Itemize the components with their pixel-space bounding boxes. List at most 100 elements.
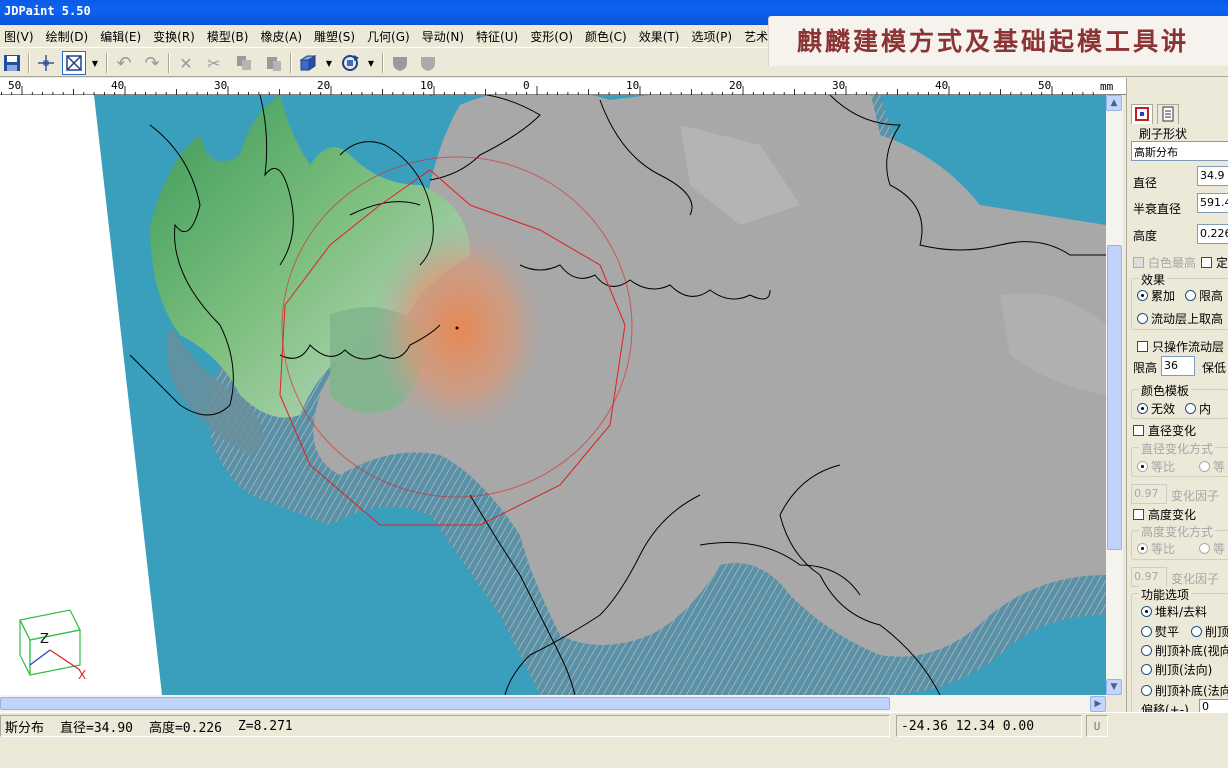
status-u-button[interactable]: U [1086, 715, 1108, 737]
function-options-title: 功能选项 [1139, 586, 1192, 603]
limit-height-input[interactable]: 36 [1161, 356, 1195, 376]
menu-item[interactable]: 编辑(E) [100, 28, 141, 45]
diameter-change-checkbox[interactable]: 直径变化 [1133, 422, 1196, 439]
pile-radio[interactable]: 堆料/去料 [1141, 603, 1207, 620]
toolbar-separator [106, 53, 108, 73]
height-factor-input[interactable]: 0.97 [1131, 567, 1167, 587]
brush-footprint [370, 220, 550, 440]
cut-normal-radio[interactable]: 削顶(法向) [1141, 661, 1212, 678]
menu-item[interactable]: 图(V) [4, 28, 34, 45]
fixed-checkbox[interactable]: 定 [1201, 254, 1228, 271]
white-highest-label: 白色最高 [1148, 256, 1197, 270]
select-box-icon[interactable] [62, 51, 86, 75]
app-title: JDPaint 5.50 [4, 4, 91, 18]
color-template-title: 颜色模板 [1139, 382, 1192, 399]
color-in-radio[interactable]: 内 [1185, 400, 1211, 417]
color-none-label: 无效 [1151, 402, 1176, 416]
ruler-ticks: 50 40 30 20 10 0 10 20 30 40 50 mm [0, 79, 1114, 95]
fixed-label: 定 [1216, 256, 1228, 270]
cut-icon[interactable]: ✂ [202, 51, 226, 75]
box-3d-icon[interactable] [296, 51, 320, 75]
h-equal-diff-radio[interactable]: 等 [1199, 540, 1225, 557]
effect-add-radio[interactable]: 累加 [1137, 287, 1175, 304]
undo-icon[interactable]: ↶ [112, 51, 136, 75]
height-change-checkbox[interactable]: 高度变化 [1133, 506, 1196, 523]
status-z: Z=8.271 [237, 718, 293, 734]
toolbar-separator [290, 53, 292, 73]
ruler-label: 10 [420, 79, 433, 92]
tab-document-icon[interactable] [1157, 104, 1179, 124]
toolbar-separator [28, 53, 30, 73]
vertical-scroll-thumb[interactable] [1107, 245, 1122, 550]
effect-flow-radio[interactable]: 流动层上取高 [1137, 310, 1223, 327]
relief-view[interactable]: Z X [0, 95, 1106, 695]
menu-item[interactable]: 效果(T) [639, 28, 680, 45]
h-equal-ratio-radio[interactable]: 等比 [1137, 540, 1175, 557]
h-equal-ratio-label: 等比 [1151, 542, 1176, 556]
model-canvas[interactable]: Z X [0, 95, 1106, 695]
scroll-up-icon[interactable]: ▲ [1106, 95, 1122, 111]
height-label: 高度 [1133, 229, 1158, 243]
copy-icon[interactable] [232, 51, 256, 75]
cut-top-radio[interactable]: 削顶 [1191, 623, 1228, 640]
chevron-down-icon[interactable]: ▼ [322, 51, 336, 75]
menu-bar: 图(V) 绘制(D) 编辑(E) 变换(R) 模型(B) 橡皮(A) 雕塑(S) 几何(G) 导… [0, 25, 768, 47]
diameter-input[interactable]: 34.9 [1197, 166, 1228, 186]
only-flow-checkbox[interactable]: 只操作流动层 [1137, 338, 1224, 355]
chevron-down-icon[interactable]: ▼ [364, 51, 378, 75]
delete-icon[interactable]: ✕ [174, 51, 198, 75]
ruler-label: 30 [214, 79, 227, 92]
flatten-radio[interactable]: 熨平 [1141, 623, 1179, 640]
dia-equal-ratio-radio[interactable]: 等比 [1137, 458, 1175, 475]
cut-fill-normal-radio[interactable]: 削顶补底(法向 [1141, 682, 1228, 699]
menu-item[interactable]: 绘制(D) [46, 28, 89, 45]
menu-item[interactable]: 几何(G) [367, 28, 410, 45]
diameter-factor-input[interactable]: 0.97 [1131, 484, 1167, 504]
diameter-label: 直径 [1133, 176, 1158, 190]
status-coordinates: -24.36 12.34 0.00 [896, 715, 1082, 737]
shield-tool-icon[interactable] [416, 51, 440, 75]
flatten-label: 熨平 [1155, 625, 1180, 639]
brush-shape-select[interactable]: 高斯分布 [1131, 141, 1228, 161]
paste-icon[interactable] [262, 51, 286, 75]
menu-item[interactable]: 选项(P) [691, 28, 732, 45]
crosshair-icon[interactable] [34, 51, 58, 75]
scroll-down-icon[interactable]: ▼ [1106, 679, 1122, 695]
height-input[interactable]: 0.226 [1197, 224, 1228, 244]
toolbar-separator [382, 53, 384, 73]
horizontal-scroll-thumb[interactable] [0, 697, 890, 710]
menu-item[interactable]: 特征(U) [476, 28, 518, 45]
pile-label: 堆料/去料 [1155, 605, 1208, 619]
effect-limit-radio[interactable]: 限高 [1185, 287, 1223, 304]
menu-item[interactable]: 雕塑(S) [314, 28, 355, 45]
rotate-view-icon[interactable] [338, 51, 362, 75]
shield-tool-icon[interactable] [388, 51, 412, 75]
tab-brush-icon[interactable] [1131, 104, 1153, 124]
only-flow-label: 只操作流动层 [1152, 340, 1225, 354]
ruler-label: 50 [1038, 79, 1051, 92]
menu-item[interactable]: 变换(R) [153, 28, 195, 45]
color-none-radio[interactable]: 无效 [1137, 400, 1175, 417]
limit-height-label: 限高 [1133, 361, 1158, 375]
ruler-label: 20 [729, 79, 742, 92]
status-bar: 斯分布 直径=34.90 高度=0.226 Z=8.271 -24.36 12.… [0, 712, 1228, 768]
ruler-label: 10 [626, 79, 639, 92]
scroll-right-icon[interactable]: ▶ [1090, 696, 1106, 712]
cut-fill-view-radio[interactable]: 削顶补底(视向 [1141, 642, 1228, 659]
chevron-down-icon[interactable]: ▼ [88, 51, 102, 75]
ruler-label: 40 [111, 79, 124, 92]
dia-equal-diff-radio[interactable]: 等 [1199, 458, 1225, 475]
redo-icon[interactable]: ↷ [140, 51, 164, 75]
menu-item[interactable]: 橡皮(A) [260, 28, 302, 45]
white-highest-checkbox[interactable]: 白色最高 [1133, 254, 1196, 271]
menu-item[interactable]: 模型(B) [207, 28, 249, 45]
save-icon[interactable] [0, 51, 24, 75]
ruler-label: 50 [8, 79, 21, 92]
dia-equal-diff-label: 等 [1213, 460, 1226, 474]
dia-equal-ratio-label: 等比 [1151, 460, 1176, 474]
menu-item[interactable]: 导动(N) [422, 28, 464, 45]
menu-item[interactable]: 颜色(C) [585, 28, 627, 45]
menu-item[interactable]: 艺术 [744, 28, 768, 45]
falloff-diameter-input[interactable]: 591.4 [1197, 193, 1228, 213]
menu-item[interactable]: 变形(O) [530, 28, 573, 45]
